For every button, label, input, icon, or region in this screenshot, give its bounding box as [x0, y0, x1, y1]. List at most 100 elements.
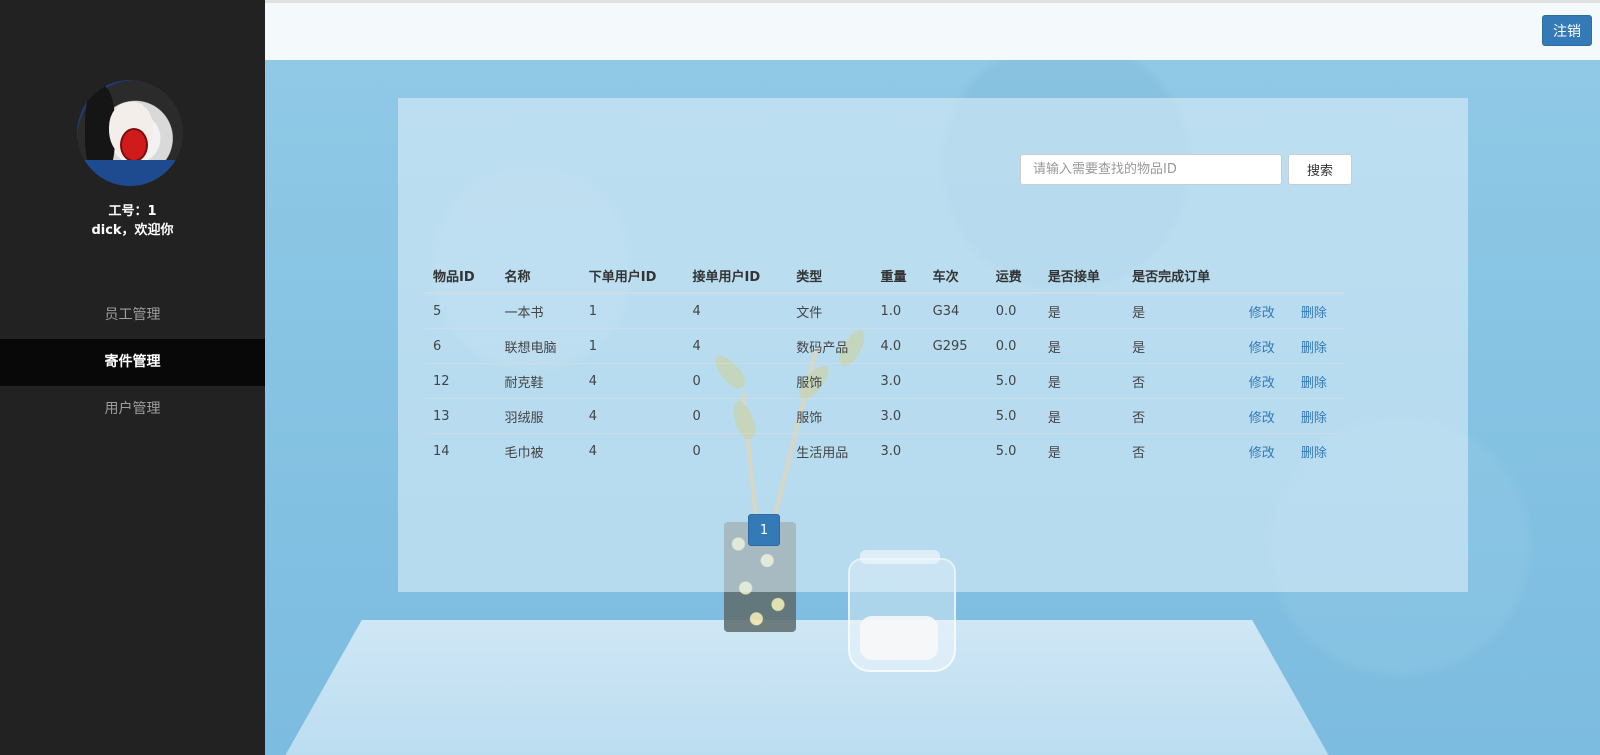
edit-link[interactable]: 修改: [1249, 376, 1275, 391]
table-cell: 是: [1039, 433, 1125, 468]
table-cell: 13: [425, 398, 497, 434]
column-header: 下单用户ID: [580, 258, 685, 294]
table-cell: 一本书: [496, 292, 581, 329]
app: 工号：1 dick，欢迎你 员工管理寄件管理用户管理 注销 搜索 物品ID名称下…: [0, 0, 1600, 755]
table-cell: 0: [684, 363, 789, 399]
table-cell: 是: [1039, 292, 1125, 329]
edit-link[interactable]: 修改: [1249, 341, 1275, 356]
edit-cell: 修改: [1240, 433, 1293, 468]
search-button[interactable]: 搜索: [1288, 154, 1352, 185]
edit-link[interactable]: 修改: [1249, 306, 1275, 321]
table-cell: 否: [1124, 398, 1241, 434]
column-header: 车次: [924, 258, 988, 294]
edit-link[interactable]: 修改: [1249, 411, 1275, 426]
column-header: 运费: [987, 258, 1040, 294]
table-body: 5 一本书 1 4 文件 1.0 G34 0.0 是是修改 删除 6 联想电脑 1 4 数码产品 4.0 G29…: [425, 292, 1345, 468]
table-cell: 否: [1124, 363, 1241, 399]
table-cell: 数码产品: [788, 328, 873, 364]
delete-link[interactable]: 删除: [1301, 306, 1327, 321]
content-panel: 搜索 物品ID名称下单用户ID接单用户ID类型重量车次运费是否接单是否完成订单 …: [398, 98, 1468, 592]
edit-link[interactable]: 修改: [1249, 446, 1275, 461]
table-cell: 毛巾被: [496, 433, 581, 468]
table-cell: 是: [1039, 328, 1125, 364]
avatar-shirt: [77, 160, 183, 186]
table-cell: 服饰: [788, 398, 873, 434]
sidebar-nav-item[interactable]: 用户管理: [0, 386, 265, 433]
table-row: 5 一本书 1 4 文件 1.0 G34 0.0 是是修改 删除: [425, 292, 1345, 329]
table-cell: 3.0: [872, 398, 925, 434]
delete-cell: 删除: [1292, 328, 1345, 364]
table-cell: 0: [684, 398, 789, 434]
table-cell: 是: [1039, 363, 1125, 399]
table-row: 13 羽绒服 4 0 服饰 3.0 5.0 是否修改 删除: [425, 398, 1345, 434]
table-cell: G295: [924, 328, 988, 364]
table-cell: 5: [425, 292, 497, 329]
table-cell: 生活用品: [788, 433, 873, 468]
delete-cell: 删除: [1292, 363, 1345, 399]
table-cell: 0: [684, 433, 789, 468]
table-cell: 6: [425, 328, 497, 364]
edit-cell: 修改: [1240, 328, 1293, 364]
table-cell: 4: [580, 363, 685, 399]
table-cell: 4.0: [872, 328, 925, 364]
logout-button[interactable]: 注销: [1542, 15, 1592, 46]
column-header-actions: [1240, 258, 1293, 294]
sidebar-nav-item[interactable]: 员工管理: [0, 292, 265, 339]
top-bar: 注销: [265, 0, 1600, 60]
sidebar-nav-item[interactable]: 寄件管理: [0, 339, 265, 386]
column-header: 接单用户ID: [684, 258, 789, 294]
column-header: 重量: [872, 258, 925, 294]
table-cell: [924, 433, 988, 468]
table-cell: 0.0: [987, 328, 1040, 364]
table-cell: 3.0: [872, 433, 925, 468]
table-cell: 耐克鞋: [496, 363, 581, 399]
table-cell: 5.0: [987, 398, 1040, 434]
table-cell: 4: [580, 433, 685, 468]
table-cell: 5.0: [987, 363, 1040, 399]
table-cell: 联想电脑: [496, 328, 581, 364]
edit-cell: 修改: [1240, 363, 1293, 399]
table-cell: 12: [425, 363, 497, 399]
delete-link[interactable]: 删除: [1301, 376, 1327, 391]
delete-link[interactable]: 删除: [1301, 446, 1327, 461]
delete-link[interactable]: 删除: [1301, 341, 1327, 356]
table-cell: 5.0: [987, 433, 1040, 468]
delete-link[interactable]: 删除: [1301, 411, 1327, 426]
table-header-row: 物品ID 名称 下单用户ID 接单用户ID 类型 重量 车次 运费 是否接单 是否完成订单: [425, 258, 1345, 294]
column-header: 物品ID: [425, 258, 497, 294]
table-row: 14 毛巾被 4 0 生活用品 3.0 5.0 是否修改 删除: [425, 433, 1345, 468]
table-cell: 是: [1124, 328, 1241, 364]
table-cell: 3.0: [872, 363, 925, 399]
sidebar-nav: 员工管理 寄件管理 用户管理: [0, 292, 265, 433]
table-row: 6 联想电脑 1 4 数码产品 4.0 G295 0.0 是是修改 删除: [425, 328, 1345, 364]
avatar-mouth: [120, 128, 148, 162]
table-cell: G34: [924, 292, 988, 329]
table-cell: 1: [580, 328, 685, 364]
delete-cell: 删除: [1292, 433, 1345, 468]
pagination-page-button[interactable]: 1: [748, 514, 780, 546]
employee-id: 工号：1: [108, 204, 157, 219]
table-row: 12 耐克鞋 4 0 服饰 3.0 5.0 是否修改 删除: [425, 363, 1345, 399]
table-cell: 羽绒服: [496, 398, 581, 434]
items-table: 物品ID 名称 下单用户ID 接单用户ID 类型 重量 车次 运费 是否接单 是否完成订单 5 一本…: [425, 258, 1345, 468]
sidebar: 工号：1 dick，欢迎你 员工管理 寄件管理 用户管理: [0, 0, 265, 755]
table-cell: 1.0: [872, 292, 925, 329]
table-cell: 否: [1124, 433, 1241, 468]
table-cell: 4: [684, 292, 789, 329]
table-cell: [924, 398, 988, 434]
table-cell: 0.0: [987, 292, 1040, 329]
table-cell: 文件: [788, 292, 873, 329]
table-cell: 服饰: [788, 363, 873, 399]
column-header-actions: [1292, 258, 1345, 294]
table-cell: 1: [580, 292, 685, 329]
search-input[interactable]: [1020, 154, 1282, 185]
edit-cell: 修改: [1240, 292, 1293, 329]
table-cell: 14: [425, 433, 497, 468]
column-header: 名称: [496, 258, 581, 294]
welcome-text: dick，欢迎你: [91, 223, 174, 238]
table-cell: 4: [580, 398, 685, 434]
column-header: 是否接单: [1039, 258, 1125, 294]
table-cell: 是: [1039, 398, 1125, 434]
edit-cell: 修改: [1240, 398, 1293, 434]
delete-cell: 删除: [1292, 398, 1345, 434]
